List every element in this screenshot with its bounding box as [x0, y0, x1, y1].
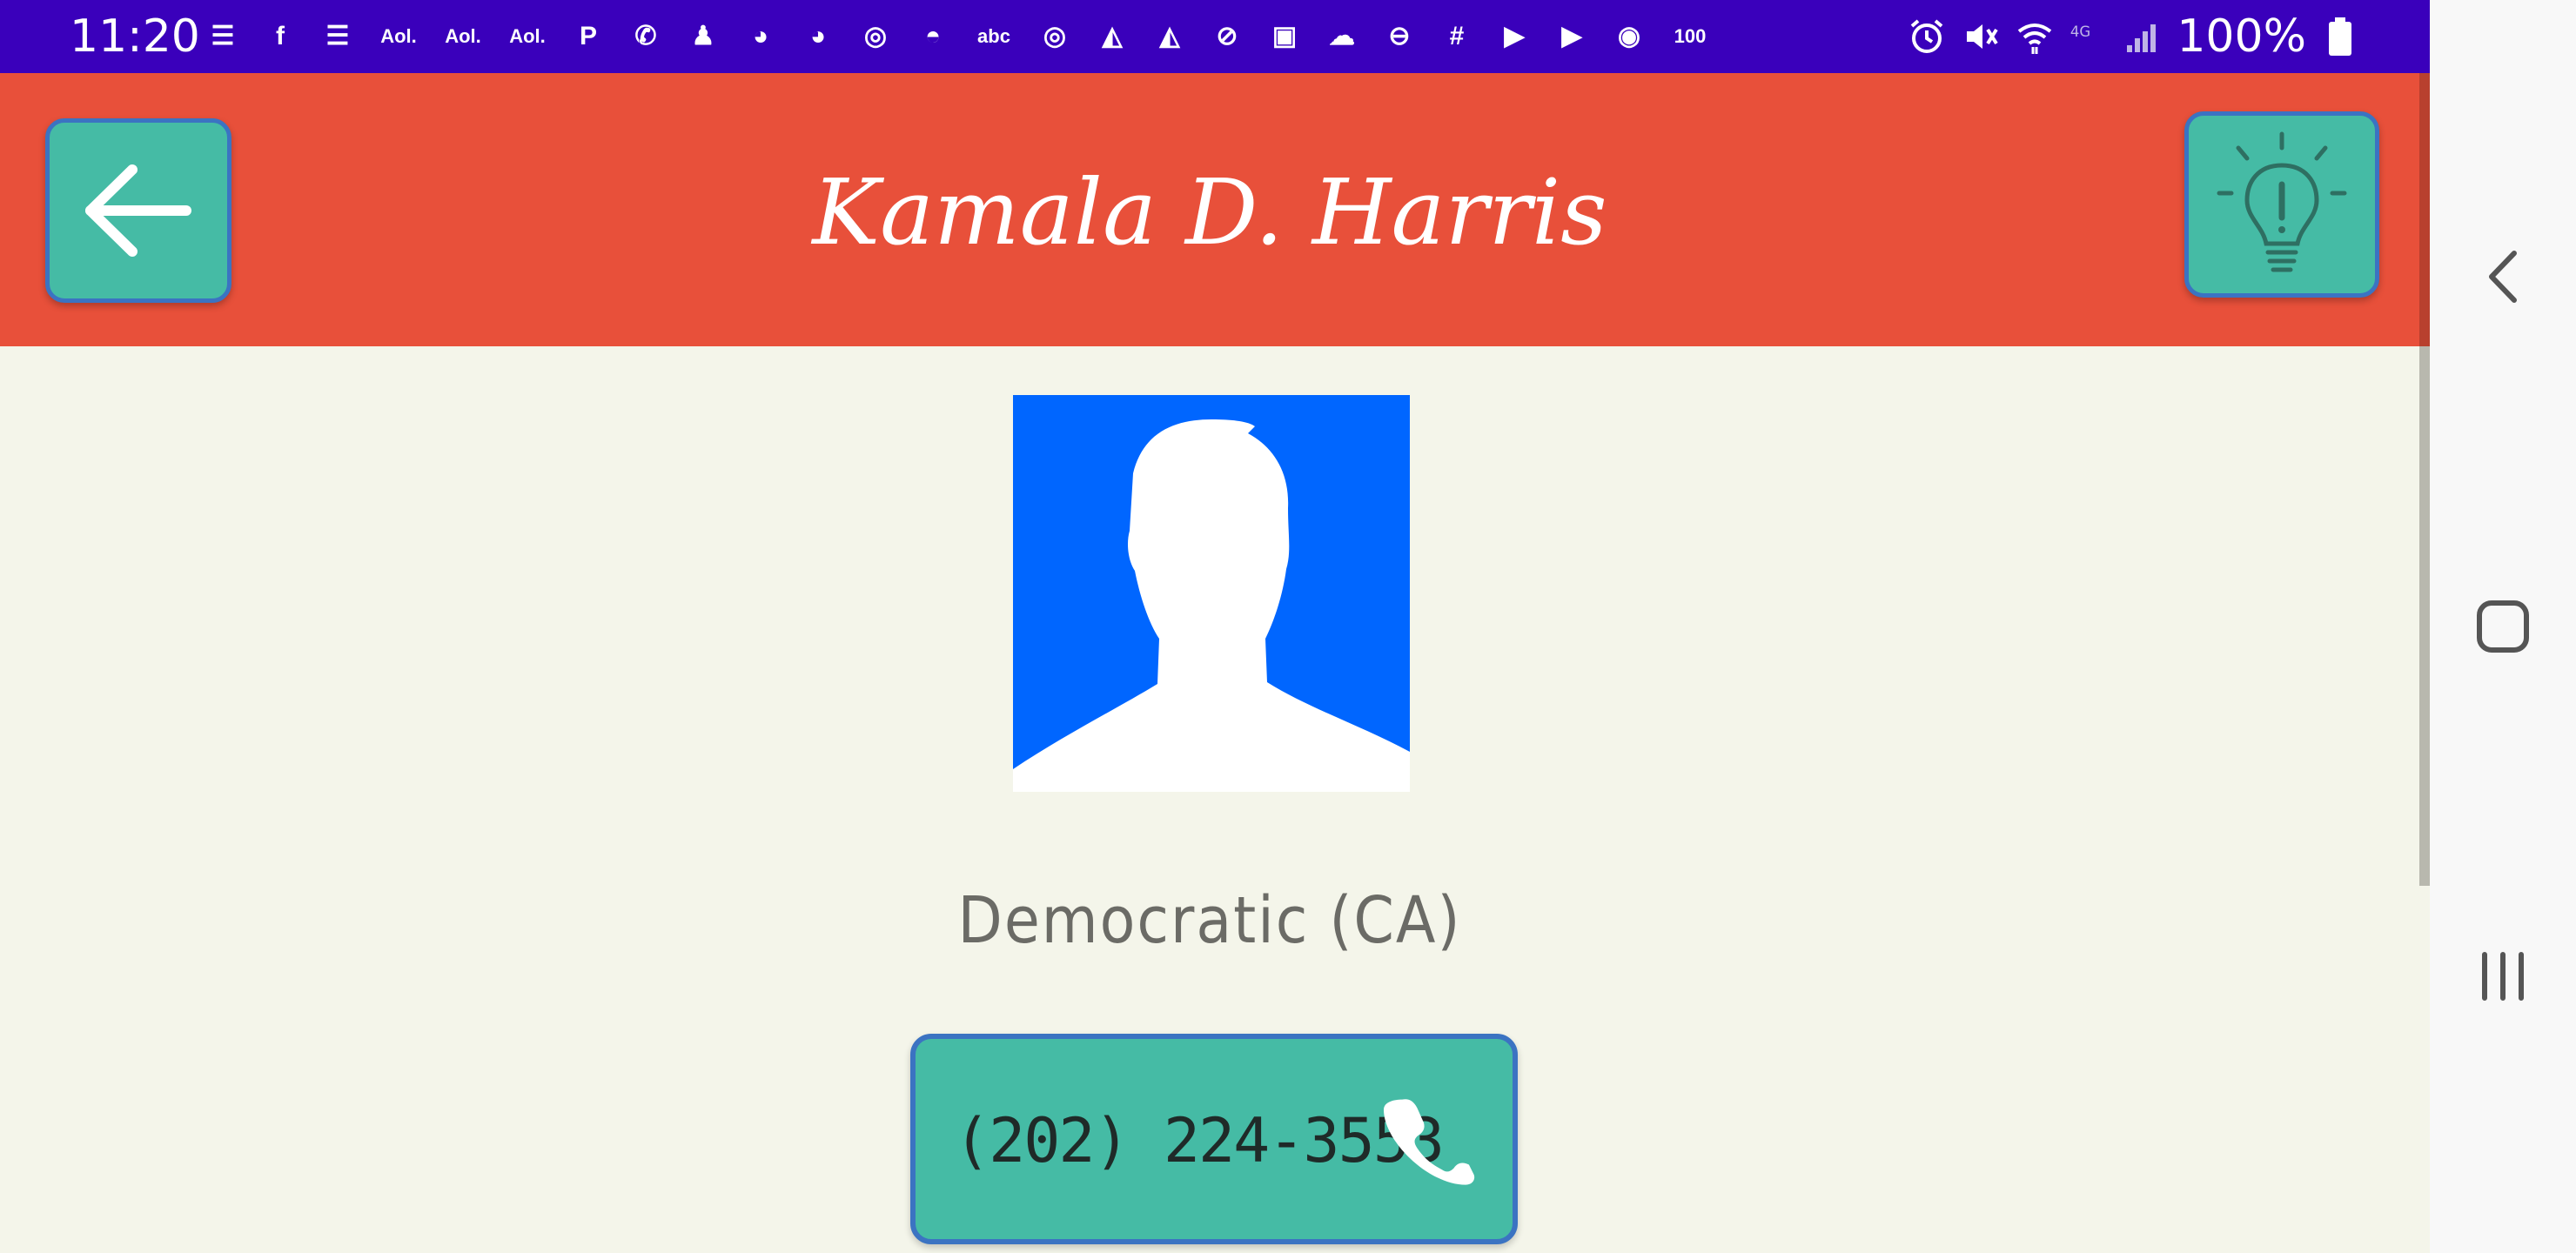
scrollbar-thumb-header — [2419, 73, 2430, 346]
facebook-icon: f — [276, 22, 285, 50]
system-navigation-bar — [2430, 0, 2576, 1253]
phone-number: (202) 224-3553 — [954, 1105, 1445, 1176]
battery-100-icon: 100 — [1674, 25, 1707, 47]
recents-icon — [2482, 952, 2524, 1001]
status-bar: 11:20 ☰ f ☰ Aol. Aol. Aol. P ✆ ♟ ◕ ◕ ◎ ◓ abc ◎ ◭ ◭ ⊘ ▣ ☁ ⊖ # ▶… — [0, 0, 2430, 73]
instagram-icon-2: ◎ — [1043, 22, 1067, 50]
reddit-icon-1: ◕ — [752, 22, 769, 50]
call-phone-button[interactable]: (202) 224-3553 — [910, 1034, 1518, 1244]
party-label: Democratic (CA) — [957, 883, 1462, 958]
do-not-disturb-icon: ⊖ — [1388, 22, 1411, 50]
pizza-icon-1: ◭ — [1102, 22, 1123, 50]
signal-icon — [2123, 17, 2163, 57]
battery-icon — [2320, 17, 2360, 57]
page-title: Kamala D. Harris — [812, 159, 1607, 265]
slack-icon: # — [1449, 22, 1465, 50]
lte-icon: 4G — [2069, 17, 2109, 57]
wifi-call-icon: ✆ — [634, 22, 657, 50]
image-icon: ▣ — [1271, 22, 1298, 50]
status-right: 4G 100% — [1907, 9, 2360, 64]
no-sync-icon: ⊘ — [1216, 22, 1238, 50]
pizza-icon-2: ◭ — [1159, 22, 1180, 50]
app-header: Kamala D. Harris — [0, 73, 2419, 346]
phone-icon — [1384, 1099, 1475, 1185]
cloud-icon: ☁ — [1329, 22, 1355, 50]
nav-back-button[interactable] — [2430, 224, 2576, 329]
person-silhouette-icon — [1013, 395, 1410, 792]
notification-icons: ☰ f ☰ Aol. Aol. Aol. P ✆ ♟ ◕ ◕ ◎ ◓ abc ◎ ◭ ◭ ⊘ ▣ ☁ ⊖ # ▶ ▶ ◉ 100 — [202, 12, 1714, 61]
abc-icon: abc — [977, 25, 1010, 47]
news-icon: ☰ — [211, 22, 235, 50]
chevron-left-icon — [2489, 251, 2517, 303]
lightbulb-icon — [2217, 131, 2347, 272]
wifi-icon — [2015, 17, 2055, 57]
vibrate-mute-icon — [1961, 17, 2001, 57]
news-icon-2: ☰ — [325, 22, 350, 50]
pinterest-icon: P — [579, 22, 597, 50]
tip-button[interactable] — [2184, 111, 2379, 298]
instagram-icon-1: ◎ — [863, 22, 888, 50]
youtube-icon-2: ▶ — [1561, 22, 1582, 50]
profile-photo-placeholder — [1013, 395, 1410, 792]
battery-percent: 100% — [2177, 10, 2306, 63]
alarm-icon — [1907, 17, 1947, 57]
aol-icon-1: Aol. — [380, 25, 417, 47]
app-icon: ♟ — [691, 22, 715, 50]
youtube-icon-1: ▶ — [1504, 22, 1525, 50]
aol-icon-2: Aol. — [445, 25, 481, 47]
home-square-icon — [2477, 600, 2529, 653]
svg-text:4G: 4G — [2070, 23, 2090, 40]
aol-icon-3: Aol. — [509, 25, 546, 47]
status-time: 11:20 — [70, 10, 200, 63]
reddit-icon-2: ◕ — [809, 22, 827, 50]
nav-home-button[interactable] — [2430, 574, 2576, 679]
weather-icon: ◓ — [924, 22, 942, 50]
nav-recents-button[interactable] — [2430, 924, 2576, 1029]
ghost-icon: ◉ — [1617, 22, 1641, 50]
